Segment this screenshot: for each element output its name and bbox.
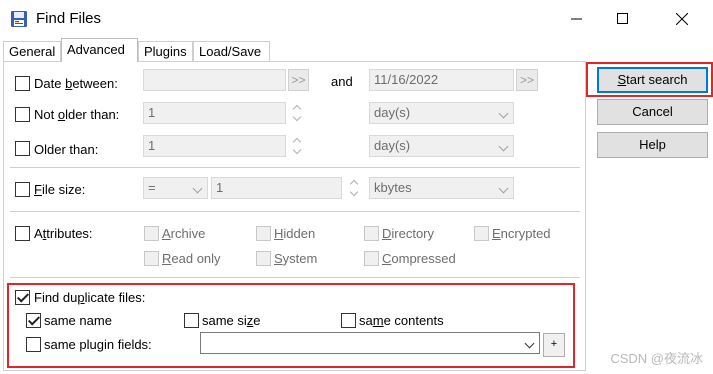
not-older-than-spinner[interactable]	[290, 101, 304, 125]
same-plugin-fields-checkbox[interactable]	[26, 337, 41, 352]
encrypted-label: Encrypted	[492, 226, 551, 241]
system-label: System	[274, 251, 318, 266]
date-between-label: Date between:	[34, 76, 118, 91]
add-plugin-field-button[interactable]: +	[543, 333, 565, 357]
divider	[10, 167, 580, 168]
plugin-fields-select[interactable]	[200, 332, 540, 354]
archive-checkbox[interactable]	[144, 226, 159, 241]
file-size-label: File size:	[34, 182, 86, 197]
not-older-than-unit-select[interactable]: day(s)	[369, 102, 514, 124]
same-name-checkbox[interactable]	[26, 313, 41, 328]
tab-load-save[interactable]: Load/Save	[193, 41, 270, 61]
watermark: CSDN @夜流冰	[610, 351, 703, 366]
file-size-operator-select[interactable]: =	[143, 177, 208, 199]
read-only-label: Read only	[162, 251, 221, 266]
tab-advanced[interactable]: Advanced	[61, 38, 138, 62]
not-older-than-label: Not older than:	[34, 107, 120, 122]
hidden-label: Hidden	[274, 226, 316, 241]
older-than-input[interactable]: 1	[143, 135, 286, 157]
same-size-checkbox[interactable]	[184, 313, 199, 328]
same-plugin-fields-label: same plugin fields:	[44, 337, 152, 352]
same-name-label: same name	[44, 313, 112, 328]
help-button[interactable]: Help	[597, 132, 708, 158]
system-checkbox[interactable]	[256, 251, 271, 266]
close-icon	[676, 13, 688, 25]
floppy-disk-icon	[11, 11, 27, 27]
file-size-spinner[interactable]	[347, 176, 361, 200]
and-label: and	[331, 74, 353, 89]
file-size-input[interactable]: 1	[211, 177, 342, 199]
divider	[10, 277, 580, 278]
same-size-label: same size	[202, 313, 261, 328]
minimize-icon	[571, 18, 582, 20]
date-to-field[interactable]: 11/16/2022	[369, 69, 514, 91]
date-from-picker-button[interactable]: >>	[288, 69, 309, 91]
compressed-label: Compressed	[382, 251, 456, 266]
window-title: Find Files	[36, 10, 102, 27]
chevron-down-icon	[192, 183, 203, 194]
tab-general[interactable]: General	[3, 41, 61, 61]
not-older-than-checkbox[interactable]	[15, 107, 30, 122]
tab-plugins[interactable]: Plugins	[138, 41, 193, 61]
read-only-checkbox[interactable]	[144, 251, 159, 266]
date-to-picker-button[interactable]: >>	[516, 69, 538, 91]
attributes-checkbox[interactable]	[15, 226, 30, 241]
file-size-checkbox[interactable]	[15, 182, 30, 197]
archive-label: Archive	[162, 226, 206, 241]
date-from-field[interactable]	[143, 69, 286, 91]
maximize-icon	[617, 13, 628, 24]
attributes-label: Attributes:	[34, 226, 93, 241]
start-search-button[interactable]: Start search	[597, 67, 708, 93]
chevron-down-icon	[498, 141, 509, 152]
cancel-button[interactable]: Cancel	[597, 99, 708, 125]
maximize-button[interactable]	[600, 0, 646, 38]
compressed-checkbox[interactable]	[364, 251, 379, 266]
directory-label: Directory	[382, 226, 435, 241]
chevron-down-icon	[524, 338, 535, 349]
file-size-unit-select[interactable]: kbytes	[369, 177, 514, 199]
older-than-unit-select[interactable]: day(s)	[369, 135, 514, 157]
hidden-checkbox[interactable]	[256, 226, 271, 241]
find-duplicate-files-checkbox[interactable]	[15, 290, 30, 305]
close-button[interactable]	[659, 0, 705, 38]
same-contents-label: same contents	[359, 313, 444, 328]
chevron-down-icon	[498, 183, 509, 194]
older-than-label: Older than:	[34, 142, 99, 157]
chevron-down-icon	[498, 108, 509, 119]
encrypted-checkbox[interactable]	[474, 226, 489, 241]
not-older-than-input[interactable]: 1	[143, 102, 286, 124]
older-than-checkbox[interactable]	[15, 141, 30, 156]
minimize-button[interactable]	[554, 0, 600, 38]
divider	[10, 211, 580, 212]
date-between-checkbox[interactable]	[15, 76, 30, 91]
same-contents-checkbox[interactable]	[341, 313, 356, 328]
find-duplicate-files-label: Find duplicate files:	[34, 290, 146, 305]
older-than-spinner[interactable]	[290, 134, 304, 158]
directory-checkbox[interactable]	[364, 226, 379, 241]
